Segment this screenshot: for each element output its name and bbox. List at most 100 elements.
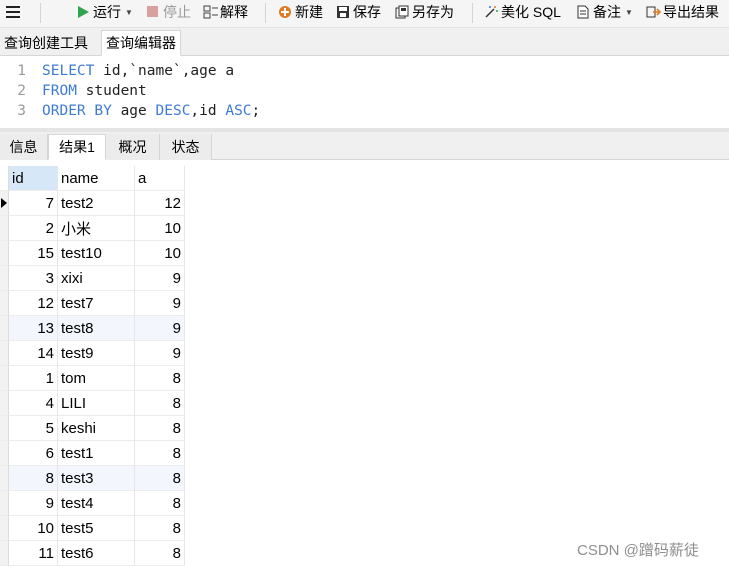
cell-name[interactable]: LILI (58, 391, 135, 416)
note-dropdown-icon[interactable]: ▼ (625, 8, 633, 17)
hamburger-icon (6, 6, 20, 18)
row-marker[interactable] (0, 441, 9, 466)
cell-id[interactable]: 14 (9, 341, 58, 366)
tab-query-builder[interactable]: 查询创建工具 (0, 30, 92, 56)
row-marker[interactable] (0, 391, 9, 416)
column-header-a[interactable]: a (135, 166, 185, 191)
cell-name[interactable]: test3 (58, 466, 135, 491)
tab-overview[interactable]: 概况 (106, 134, 160, 160)
cell-a[interactable]: 8 (135, 466, 185, 491)
note-button[interactable]: 备注 ▼ (576, 0, 633, 24)
cell-a[interactable]: 9 (135, 341, 185, 366)
cell-name[interactable]: test5 (58, 516, 135, 541)
cell-name[interactable]: tom (58, 366, 135, 391)
cell-a[interactable]: 8 (135, 416, 185, 441)
row-marker[interactable] (0, 341, 9, 366)
column-header-id[interactable]: id (9, 166, 58, 191)
save-button[interactable]: 保存 (336, 0, 381, 24)
table-row[interactable]: 2 小米 10 (0, 216, 185, 241)
cell-name[interactable]: test1 (58, 441, 135, 466)
cell-id[interactable]: 6 (9, 441, 58, 466)
cell-id[interactable]: 3 (9, 266, 58, 291)
row-marker[interactable] (0, 216, 9, 241)
cell-a[interactable]: 8 (135, 366, 185, 391)
cell-name[interactable]: test6 (58, 541, 135, 566)
table-row[interactable]: 12 test7 9 (0, 291, 185, 316)
cell-a[interactable]: 9 (135, 291, 185, 316)
table-row[interactable]: 15 test10 10 (0, 241, 185, 266)
row-marker[interactable] (0, 541, 9, 566)
cell-name[interactable]: 小米 (58, 216, 135, 241)
cell-id[interactable]: 2 (9, 216, 58, 241)
beautify-sql-button[interactable]: 美化 SQL (484, 0, 561, 24)
menu-button[interactable] (6, 0, 26, 24)
cell-id[interactable]: 8 (9, 466, 58, 491)
cell-name[interactable]: test9 (58, 341, 135, 366)
row-marker[interactable] (0, 291, 9, 316)
cell-a[interactable]: 10 (135, 241, 185, 266)
cell-id[interactable]: 9 (9, 491, 58, 516)
cell-name[interactable]: test4 (58, 491, 135, 516)
tab-result1[interactable]: 结果1 (48, 134, 106, 160)
cell-name[interactable]: test10 (58, 241, 135, 266)
cell-name[interactable]: xixi (58, 266, 135, 291)
cell-a[interactable]: 9 (135, 316, 185, 341)
cell-a[interactable]: 8 (135, 391, 185, 416)
row-marker[interactable] (0, 266, 9, 291)
row-marker[interactable] (0, 316, 9, 341)
row-marker[interactable] (0, 491, 9, 516)
cell-a[interactable]: 8 (135, 441, 185, 466)
tab-query-editor[interactable]: 查询编辑器 (101, 30, 181, 56)
sql-keyword: FROM (42, 83, 77, 99)
table-row[interactable]: 11 test6 8 (0, 541, 185, 566)
cell-name[interactable]: test7 (58, 291, 135, 316)
cell-a[interactable]: 8 (135, 516, 185, 541)
row-marker[interactable] (0, 241, 9, 266)
cell-a[interactable]: 9 (135, 266, 185, 291)
cell-a[interactable]: 8 (135, 491, 185, 516)
table-row[interactable]: 8 test3 8 (0, 466, 185, 491)
table-row[interactable]: 5 keshi 8 (0, 416, 185, 441)
export-result-button[interactable]: 导出结果 (646, 0, 719, 24)
table-row[interactable]: 13 test8 9 (0, 316, 185, 341)
row-marker[interactable] (0, 516, 9, 541)
cell-a[interactable]: 8 (135, 541, 185, 566)
cell-id[interactable]: 7 (9, 191, 58, 216)
save-as-label: 另存为 (412, 4, 454, 20)
table-row[interactable]: 7 test2 12 (0, 191, 185, 216)
table-row[interactable]: 4 LILI 8 (0, 391, 185, 416)
cell-name[interactable]: keshi (58, 416, 135, 441)
cell-id[interactable]: 15 (9, 241, 58, 266)
cell-id[interactable]: 12 (9, 291, 58, 316)
tab-status[interactable]: 状态 (160, 134, 212, 160)
sql-editor[interactable]: 1 SELECT id,`name`,age a 2 FROM student 3O… (0, 56, 729, 128)
cell-id[interactable]: 5 (9, 416, 58, 441)
table-row[interactable]: 14 test9 9 (0, 341, 185, 366)
explain-button[interactable]: 解释 (203, 0, 248, 24)
row-marker[interactable] (0, 466, 9, 491)
cell-id[interactable]: 4 (9, 391, 58, 416)
table-row[interactable]: 10 test5 8 (0, 516, 185, 541)
cell-id[interactable]: 10 (9, 516, 58, 541)
table-row[interactable]: 9 test4 8 (0, 491, 185, 516)
cell-id[interactable]: 1 (9, 366, 58, 391)
run-button[interactable]: 运行 ▼ (76, 0, 133, 24)
save-as-button[interactable]: 另存为 (395, 0, 454, 24)
row-marker[interactable] (0, 366, 9, 391)
table-row[interactable]: 6 test1 8 (0, 441, 185, 466)
cell-name[interactable]: test8 (58, 316, 135, 341)
row-marker[interactable] (0, 416, 9, 441)
row-marker[interactable] (0, 191, 9, 216)
cell-id[interactable]: 13 (9, 316, 58, 341)
cell-a[interactable]: 10 (135, 216, 185, 241)
stop-button[interactable]: 停止 (146, 0, 191, 24)
table-row[interactable]: 1 tom 8 (0, 366, 185, 391)
cell-a[interactable]: 12 (135, 191, 185, 216)
cell-id[interactable]: 11 (9, 541, 58, 566)
column-header-name[interactable]: name (58, 166, 135, 191)
table-row[interactable]: 3 xixi 9 (0, 266, 185, 291)
new-button[interactable]: 新建 (278, 0, 323, 24)
tab-info[interactable]: 信息 (0, 134, 48, 160)
cell-name[interactable]: test2 (58, 191, 135, 216)
run-dropdown-icon[interactable]: ▼ (125, 8, 133, 17)
